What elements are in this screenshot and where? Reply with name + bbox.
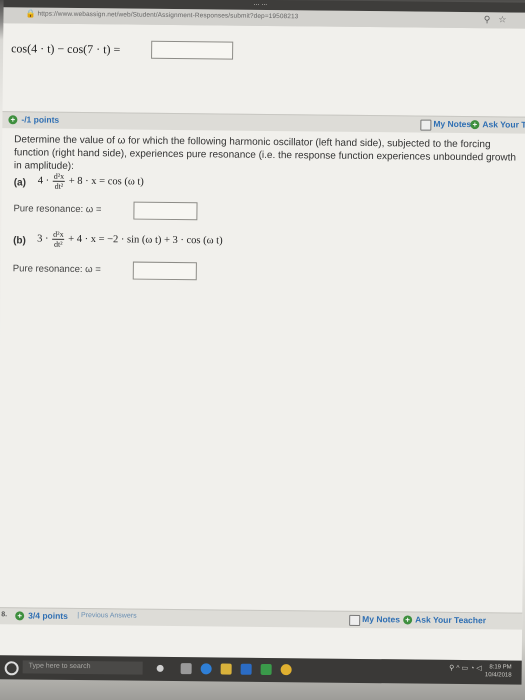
question-header: + -/1 points My Notes + Ask Your Teac [2, 111, 525, 134]
part-b-equation: 3 · d²x dt² + 4 · x = −2 · sin (ω t) + 3 … [37, 229, 223, 251]
battery-icon[interactable]: ▭ [461, 665, 468, 672]
task-view-icon[interactable] [180, 663, 192, 675]
next-question-number: 8. [1, 611, 8, 619]
next-notes-checkbox-icon[interactable] [349, 614, 361, 626]
store-icon[interactable] [240, 663, 252, 675]
expand-plus-icon[interactable]: + [8, 115, 18, 125]
next-expand-plus-icon[interactable]: + [15, 611, 25, 621]
people-icon[interactable]: ⚲ [449, 665, 454, 672]
mail-icon[interactable] [260, 663, 272, 676]
lock-icon: 🔒 [25, 9, 36, 19]
next-my-notes-link[interactable]: My Notes [362, 614, 400, 624]
file-explorer-icon[interactable] [220, 663, 232, 675]
favorite-star-icon[interactable]: ☆ [498, 14, 514, 24]
next-question-header: 8. + 3/4 points | Previous Answers My No… [0, 607, 523, 630]
problem-prompt: Determine the value of ω for which the f… [13, 134, 517, 172]
photo-frame: ... ... 🔒 https://www.webassign.net/web/… [0, 0, 525, 700]
part-a-rest: + 8 · x = cos (ω t) [68, 175, 144, 188]
ask-teacher-link[interactable]: Ask Your Teac [482, 119, 525, 130]
microphone-icon[interactable] [156, 664, 164, 672]
taskbar-clock[interactable]: 8:19 PM 10/4/2018 [485, 663, 512, 679]
previous-answers-link[interactable]: | Previous Answers [77, 612, 136, 620]
part-a-derivative: d²x dt² [52, 171, 66, 191]
question-points: -/1 points [21, 114, 60, 125]
part-b-rest: + 4 · x = −2 · sin (ω t) + 3 · cos (ω t) [68, 233, 223, 247]
part-b-frac-num: d²x [52, 229, 65, 240]
part-a-resonance-label: Pure resonance: ω = [13, 203, 102, 216]
start-icon[interactable] [4, 661, 19, 676]
part-a-coefficient: 4 · [37, 175, 50, 187]
part-b-frac-den: dt² [53, 239, 63, 249]
taskbar-search-box[interactable]: Type here to search [22, 660, 143, 675]
next-question-points: 3/4 points [28, 610, 68, 621]
ask-teacher-plus-icon[interactable]: + [470, 120, 480, 130]
part-b-label: (b) [13, 235, 26, 247]
part-b-omega-input[interactable] [132, 261, 197, 281]
volume-icon[interactable]: ◁ [476, 665, 481, 672]
part-b-coefficient: 3 · [37, 233, 49, 245]
tab-title[interactable]: ... ... [254, 0, 268, 7]
taskbar-search-placeholder: Type here to search [28, 662, 91, 671]
clock-time: 8:19 PM [489, 664, 512, 671]
next-ask-teacher-plus-icon[interactable]: + [403, 615, 413, 625]
system-tray: ⚲ ^ ▭ ◔ ◁ [449, 664, 482, 672]
previous-expression: cos(4 · t) − cos(7 · t) = [11, 41, 121, 57]
browser-window: ... ... 🔒 https://www.webassign.net/web/… [0, 0, 525, 700]
zoom-icon[interactable]: ⚲ [484, 14, 499, 24]
toolbar-icons: ⚲☆ [484, 14, 515, 25]
my-notes-link[interactable]: My Notes [433, 119, 471, 129]
windows-taskbar: Type here to search ⚲ ^ ▭ ◔ ◁ 8:19 PM 10… [0, 655, 522, 685]
edge-browser-icon[interactable] [200, 663, 212, 675]
next-ask-teacher-link[interactable]: Ask Your Teacher [415, 615, 486, 626]
part-a-frac-num: d²x [52, 171, 66, 182]
part-a-omega-input[interactable] [133, 201, 198, 221]
chevron-up-icon[interactable]: ^ [456, 665, 459, 672]
clock-date: 10/4/2018 [484, 672, 512, 679]
page-content: cos(4 · t) − cos(7 · t) = + -/1 points M… [0, 23, 525, 661]
chrome-icon[interactable] [280, 664, 292, 676]
part-b-resonance-label: Pure resonance: ω = [12, 263, 101, 276]
part-a-frac-den: dt² [54, 181, 64, 191]
url-text[interactable]: https://www.webassign.net/web/Student/As… [37, 11, 298, 21]
part-b-derivative: d²x dt² [52, 229, 65, 249]
notes-checkbox-icon[interactable] [420, 119, 432, 131]
part-a-equation: 4 · d²x dt² + 8 · x = cos (ω t) [37, 171, 144, 192]
part-a-label: (a) [13, 177, 27, 189]
previous-answer-input[interactable] [151, 40, 234, 60]
wifi-icon[interactable]: ◔ [470, 665, 474, 672]
